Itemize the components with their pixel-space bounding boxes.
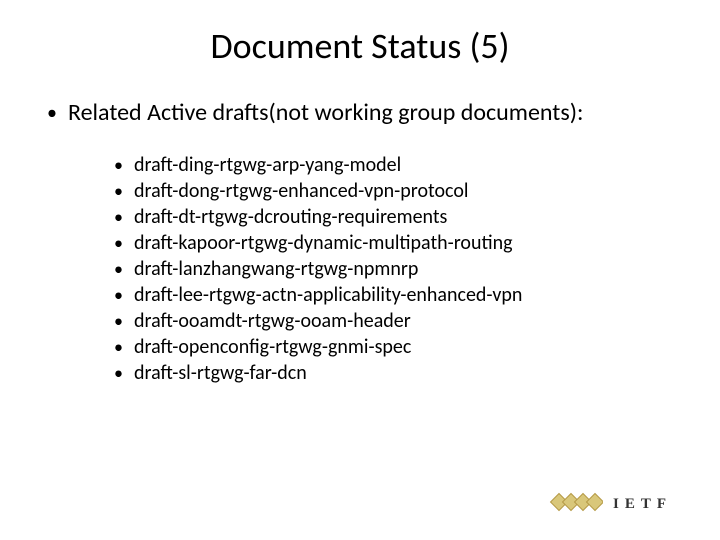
bullet-item-level1: • Related Active drafts(not working grou…	[36, 98, 684, 128]
bullet-text-level2: draft-sl-rtgwg-far-dcn	[134, 360, 307, 386]
bullet-item-level2: •draft-openconfig-rtgwg-gnmi-spec	[108, 334, 684, 360]
slide: Document Status (5) • Related Active dra…	[0, 0, 720, 540]
ietf-logo-icon	[547, 490, 603, 518]
sub-bullet-list: •draft-ding-rtgwg-arp-yang-model•draft-d…	[108, 152, 684, 386]
bullet-item-level2: •draft-dt-rtgwg-dcrouting-requirements	[108, 204, 684, 230]
bullet-text-level2: draft-ooamdt-rtgwg-ooam-header	[134, 308, 411, 334]
bullet-text-level1: Related Active drafts(not working group …	[68, 98, 583, 128]
bullet-dot-level2: •	[108, 204, 134, 230]
bullet-text-level2: draft-openconfig-rtgwg-gnmi-spec	[134, 334, 411, 360]
bullet-text-level2: draft-ding-rtgwg-arp-yang-model	[134, 152, 401, 178]
slide-body: • Related Active drafts(not working grou…	[36, 98, 684, 386]
bullet-item-level2: •draft-sl-rtgwg-far-dcn	[108, 360, 684, 386]
bullet-dot-level2: •	[108, 178, 134, 204]
bullet-item-level2: •draft-dong-rtgwg-enhanced-vpn-protocol	[108, 178, 684, 204]
bullet-item-level2: •draft-lee-rtgwg-actn-applicability-enha…	[108, 282, 684, 308]
bullet-dot-level2: •	[108, 334, 134, 360]
bullet-text-level2: draft-lanzhangwang-rtgwg-npmnrp	[134, 256, 418, 282]
bullet-dot-level2: •	[108, 256, 134, 282]
bullet-text-level2: draft-lee-rtgwg-actn-applicability-enhan…	[134, 282, 522, 308]
slide-title: Document Status (5)	[0, 24, 720, 68]
bullet-text-level2: draft-kapoor-rtgwg-dynamic-multipath-rou…	[134, 230, 513, 256]
bullet-dot-level1: •	[36, 98, 68, 128]
bullet-dot-level2: •	[108, 230, 134, 256]
bullet-text-level2: draft-dong-rtgwg-enhanced-vpn-protocol	[134, 178, 468, 204]
bullet-dot-level2: •	[108, 282, 134, 308]
bullet-dot-level2: •	[108, 360, 134, 386]
bullet-dot-level2: •	[108, 308, 134, 334]
bullet-dot-level2: •	[108, 152, 134, 178]
bullet-item-level2: •draft-lanzhangwang-rtgwg-npmnrp	[108, 256, 684, 282]
ietf-logo-text: IETF	[613, 496, 672, 513]
ietf-logo: IETF	[547, 490, 672, 518]
bullet-item-level2: •draft-ooamdt-rtgwg-ooam-header	[108, 308, 684, 334]
bullet-text-level2: draft-dt-rtgwg-dcrouting-requirements	[134, 204, 447, 230]
bullet-item-level2: •draft-kapoor-rtgwg-dynamic-multipath-ro…	[108, 230, 684, 256]
bullet-item-level2: •draft-ding-rtgwg-arp-yang-model	[108, 152, 684, 178]
